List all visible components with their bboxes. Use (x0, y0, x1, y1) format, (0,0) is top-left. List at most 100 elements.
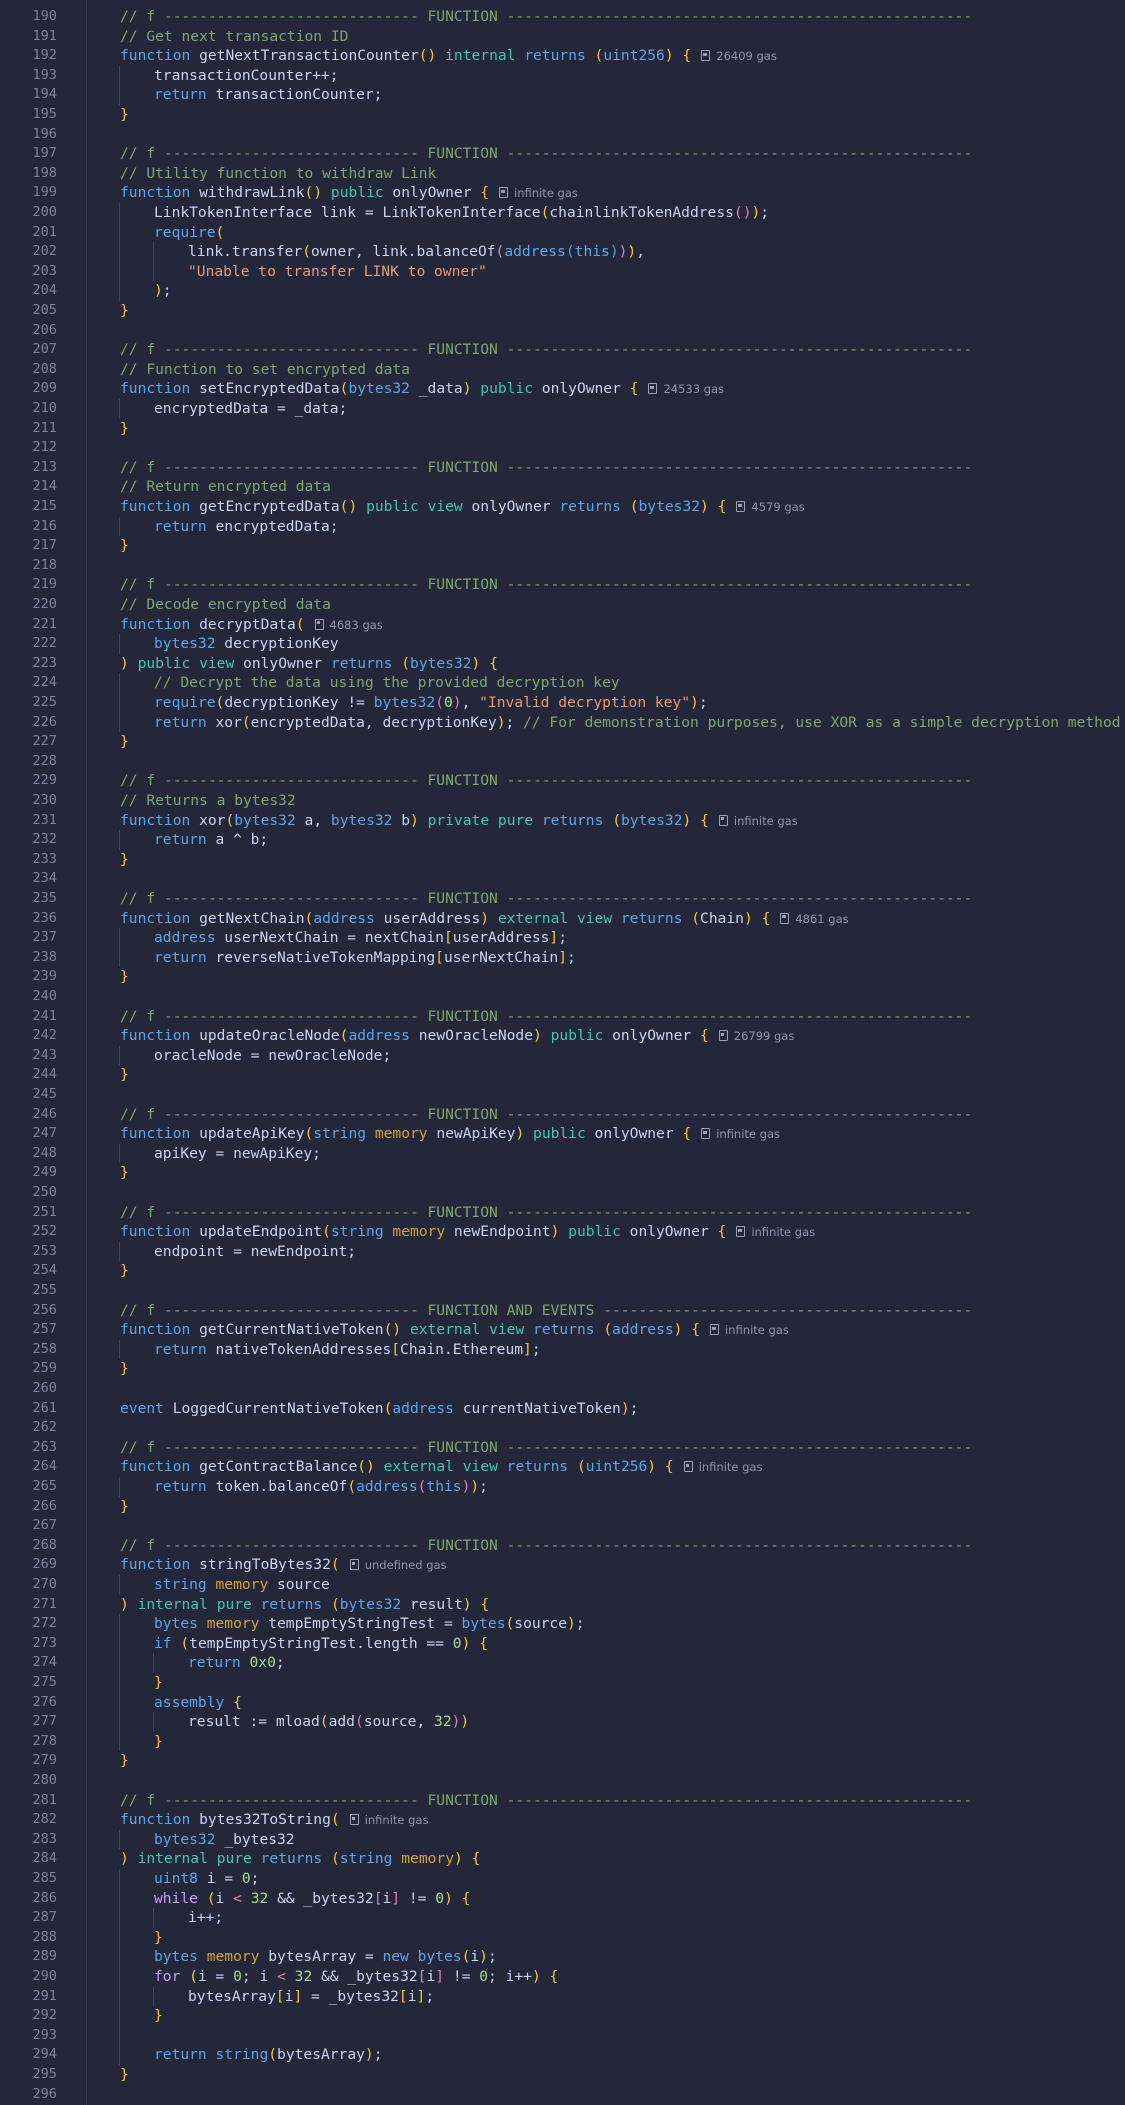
code-line[interactable]: 293 (0, 2025, 1125, 2046)
code-line[interactable]: 261 event LoggedCurrentNativeToken(addres… (0, 1399, 1125, 1419)
code-line[interactable]: 210 encryptedData = _data; (0, 399, 1125, 419)
code-line[interactable]: 221 function decryptData(4683 gas (0, 615, 1125, 635)
code-line[interactable]: 255 (0, 1281, 1125, 1301)
code-line[interactable]: 276 assembly { (0, 1692, 1125, 1713)
code-line[interactable]: 285 uint8 i = 0; (0, 1869, 1125, 1889)
code-line[interactable]: 244} (0, 1065, 1125, 1085)
code-line[interactable]: 282 function bytes32ToString(infinite gas (0, 1810, 1125, 1830)
code-line[interactable]: 198 // Utility function to withdraw Link (0, 164, 1125, 184)
code-line[interactable]: 193 transactionCounter++; (0, 65, 1125, 86)
code-line[interactable]: 200 LinkTokenInterface link = LinkTokenIn… (0, 203, 1125, 223)
code-line[interactable]: 212 (0, 438, 1125, 458)
code-line[interactable]: 277 result := mload(add(source, 32)) (0, 1712, 1125, 1732)
code-line[interactable]: 228 (0, 752, 1125, 772)
code-line[interactable]: 263 // f ----------------------------- FU… (0, 1438, 1125, 1458)
code-line[interactable]: 265 return token.balanceOf(address(this))… (0, 1477, 1125, 1497)
code-line[interactable]: 226 return xor(encryptedData, decryptionK… (0, 712, 1125, 733)
code-line[interactable]: 278} (0, 1731, 1125, 1752)
code-line[interactable]: 195} (0, 105, 1125, 125)
code-line[interactable]: 230 // Returns a bytes32 (0, 791, 1125, 811)
code-line[interactable]: 233} (0, 850, 1125, 870)
code-line[interactable]: 267 (0, 1516, 1125, 1536)
code-line[interactable]: 264 function getContractBalance() externa… (0, 1457, 1125, 1477)
code-line[interactable]: 253 endpoint = newEndpoint; (0, 1241, 1125, 1262)
code-line[interactable]: 218 (0, 556, 1125, 576)
code-line[interactable]: 281 // f ----------------------------- FU… (0, 1791, 1125, 1811)
code-line[interactable]: 243 oracleNode = newOracleNode; (0, 1045, 1125, 1066)
code-line[interactable]: 292} (0, 2006, 1125, 2026)
code-line[interactable]: 194 return transactionCounter; (0, 85, 1125, 105)
code-line[interactable]: 197 // f ----------------------------- FU… (0, 144, 1125, 164)
code-line[interactable]: 207 // f ----------------------------- FU… (0, 340, 1125, 360)
code-line[interactable]: 196 (0, 125, 1125, 145)
code-line[interactable]: 239} (0, 967, 1125, 987)
code-line[interactable]: 224 // Decrypt the data using the provide… (0, 673, 1125, 693)
code-line[interactable]: 291 bytesArray[i] = _bytes32[i]; (0, 1986, 1125, 2007)
code-line[interactable]: 199 function withdrawLink() public onlyOw… (0, 183, 1125, 203)
code-line[interactable]: 220 // Decode encrypted data (0, 595, 1125, 615)
code-line[interactable]: 272 bytes memory tempEmptyStringTest = by… (0, 1614, 1125, 1634)
code-line[interactable]: 254} (0, 1261, 1125, 1281)
code-line[interactable]: 256 // f ----------------------------- FU… (0, 1301, 1125, 1321)
code-line[interactable]: 225 require(decryptionKey != bytes32(0), … (0, 693, 1125, 713)
code-line[interactable]: 289 bytes memory bytesArray = new bytes(i… (0, 1947, 1125, 1967)
code-line[interactable]: 213 // f ----------------------------- FU… (0, 458, 1125, 478)
code-line[interactable]: 295} (0, 2065, 1125, 2085)
code-line[interactable]: 296 (0, 2085, 1125, 2105)
code-line[interactable]: 203 "Unable to transfer LINK to owner" (0, 261, 1125, 282)
code-line[interactable]: 240 (0, 987, 1125, 1007)
code-line[interactable]: 273 if (tempEmptyStringTest.length == 0) … (0, 1633, 1125, 1654)
code-line[interactable]: 262 (0, 1418, 1125, 1438)
code-line[interactable]: 222 bytes32 decryptionKey (0, 634, 1125, 654)
code-line[interactable]: 286 while (i < 32 && _bytes32[i] != 0) { (0, 1888, 1125, 1909)
code-line[interactable]: 290 for (i = 0; i < 32 && _bytes32[i] != … (0, 1967, 1125, 1987)
code-line[interactable]: 202 link.transfer(owner, link.balanceOf(a… (0, 242, 1125, 262)
code-line[interactable]: 257 function getCurrentNativeToken() exte… (0, 1320, 1125, 1340)
code-line[interactable]: 252 function updateEndpoint(string memory… (0, 1222, 1125, 1242)
code-line[interactable]: 217} (0, 536, 1125, 556)
code-line[interactable]: 219 // f ----------------------------- FU… (0, 575, 1125, 595)
code-line[interactable]: 190 // f ----------------------------- FU… (0, 7, 1125, 27)
code-line[interactable]: 247 function updateApiKey(string memory n… (0, 1124, 1125, 1144)
code-line[interactable]: 245 (0, 1085, 1125, 1105)
code-line[interactable]: 238 return reverseNativeTokenMapping[user… (0, 947, 1125, 968)
code-line[interactable]: 201 require( (0, 222, 1125, 243)
code-line[interactable]: 270 string memory source (0, 1575, 1125, 1595)
code-line[interactable]: 246 // f ----------------------------- FU… (0, 1105, 1125, 1125)
code-line[interactable]: 215 function getEncryptedData() public vi… (0, 497, 1125, 517)
code-line[interactable]: 223) public view onlyOwner returns (byte… (0, 654, 1125, 674)
code-line[interactable]: 232 return a ^ b; (0, 830, 1125, 850)
code-line[interactable]: 275} (0, 1673, 1125, 1693)
code-line[interactable]: 251 // f ----------------------------- FU… (0, 1203, 1125, 1223)
code-line[interactable]: 266} (0, 1497, 1125, 1517)
code-line[interactable]: 192 function getNextTransactionCounter() … (0, 46, 1125, 66)
code-line[interactable]: 227} (0, 732, 1125, 752)
code-line[interactable]: 284) internal pure returns (string memor… (0, 1849, 1125, 1869)
code-line[interactable]: 280 (0, 1771, 1125, 1791)
code-line[interactable]: 294 return string(bytesArray); (0, 2045, 1125, 2065)
code-line[interactable]: 250 (0, 1183, 1125, 1203)
code-line[interactable]: 279} (0, 1751, 1125, 1771)
code-line[interactable]: 205} (0, 301, 1125, 321)
code-line[interactable]: 206 (0, 321, 1125, 341)
code-line[interactable]: 249} (0, 1163, 1125, 1183)
code-line[interactable]: 231 function xor(bytes32 a, bytes32 b) pr… (0, 811, 1125, 831)
code-line[interactable]: 287 i++; (0, 1908, 1125, 1928)
code-line[interactable]: 209 function setEncryptedData(bytes32 _da… (0, 379, 1125, 399)
code-line[interactable]: 204); (0, 281, 1125, 301)
code-line[interactable]: 258 return nativeTokenAddresses[Chain.Eth… (0, 1339, 1125, 1360)
code-line[interactable]: 242 function updateOracleNode(address new… (0, 1026, 1125, 1046)
code-line[interactable]: 283 bytes32 _bytes32 (0, 1829, 1125, 1850)
code-line[interactable]: 216 return encryptedData; (0, 516, 1125, 537)
code-line[interactable]: 237 address userNextChain = nextChain[use… (0, 928, 1125, 948)
code-line[interactable]: 189 (0, 0, 1125, 7)
code-line[interactable]: 214 // Return encrypted data (0, 477, 1125, 497)
code-line[interactable]: 235 // f ----------------------------- FU… (0, 889, 1125, 909)
code-line[interactable]: 191 // Get next transaction ID (0, 27, 1125, 47)
code-line[interactable]: 241 // f ----------------------------- FU… (0, 1007, 1125, 1027)
code-line[interactable]: 234 (0, 869, 1125, 889)
code-line[interactable]: 208 // Function to set encrypted data (0, 360, 1125, 380)
code-line[interactable]: 274 return 0x0; (0, 1653, 1125, 1673)
code-line[interactable]: 211} (0, 419, 1125, 439)
code-line[interactable]: 229 // f ----------------------------- FU… (0, 771, 1125, 791)
